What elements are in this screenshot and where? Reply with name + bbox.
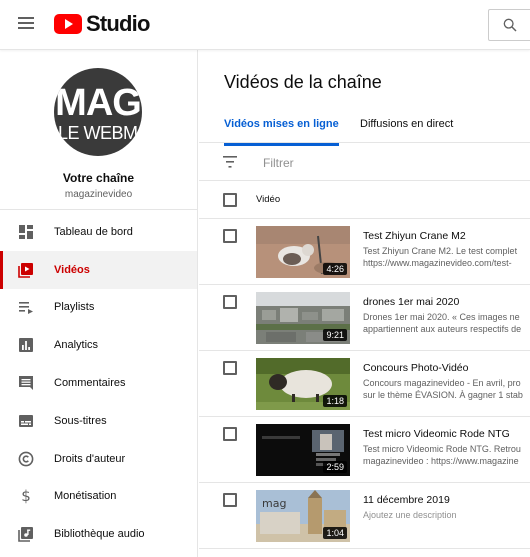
- sidebar-nav: Tableau de bord Vidéos Playlists Analyti…: [0, 213, 197, 553]
- sidebar-item-label: Vidéos: [54, 263, 90, 276]
- search-button[interactable]: [488, 9, 530, 41]
- filter-bar: [199, 144, 530, 181]
- video-thumbnail[interactable]: 1:18: [256, 358, 350, 410]
- channel-name: magazinevideo: [64, 189, 133, 200]
- row-checkbox[interactable]: [223, 229, 237, 243]
- video-description-line: appartiennent aux auteurs respectifs de: [363, 324, 522, 334]
- video-duration: 2:59: [323, 461, 347, 473]
- video-description: Drones 1er mai 2020. « Ces images ne app…: [363, 311, 530, 335]
- video-thumbnail[interactable]: 4:26: [256, 226, 350, 278]
- youtube-studio-logo[interactable]: Studio: [54, 11, 150, 36]
- select-all-checkbox[interactable]: [223, 193, 237, 207]
- sidebar-item-analytics[interactable]: Analytics: [0, 326, 197, 364]
- column-header-video: Vidéo: [256, 194, 281, 205]
- table-row[interactable]: 1:18 Concours Photo-Vidéo Concours magaz…: [199, 351, 530, 417]
- video-description-line: Drones 1er mai 2020. « Ces images ne: [363, 312, 520, 322]
- main-content: Vidéos de la chaîne Vidéos mises en lign…: [199, 50, 530, 557]
- top-app-bar: Studio: [0, 0, 530, 50]
- sidebar-item-label: Tableau de bord: [54, 225, 133, 238]
- tab-live[interactable]: Diffusions en direct: [360, 118, 453, 143]
- row-checkbox[interactable]: [223, 361, 237, 375]
- search-icon: [503, 18, 517, 32]
- logo-text: Studio: [86, 11, 150, 36]
- table-header: Vidéo: [199, 181, 530, 219]
- hamburger-menu-icon[interactable]: [16, 14, 36, 34]
- dollar-icon: $: [18, 488, 34, 504]
- svg-text:$: $: [21, 488, 31, 504]
- video-thumbnail[interactable]: 9:21: [256, 292, 350, 344]
- sidebar-item-label: Playlists: [54, 301, 95, 314]
- video-list: 4:26 Test Zhiyun Crane M2 Test Zhiyun Cr…: [199, 219, 530, 549]
- audio-library-icon: [18, 526, 34, 543]
- table-row[interactable]: 9:21 drones 1er mai 2020 Drones 1er mai …: [199, 285, 530, 351]
- video-duration: 9:21: [323, 329, 347, 341]
- page-title: Vidéos de la chaîne: [224, 72, 382, 92]
- youtube-play-icon: [54, 14, 82, 34]
- video-title[interactable]: drones 1er mai 2020: [363, 296, 459, 308]
- video-library-icon: [18, 262, 34, 278]
- sidebar-item-copyright[interactable]: Droits d'auteur: [0, 440, 197, 478]
- video-thumbnail[interactable]: 2:59: [256, 424, 350, 476]
- avatar-text-line1: MAG: [55, 82, 142, 124]
- add-description-link[interactable]: Ajoutez une description: [363, 509, 530, 521]
- table-row[interactable]: 4:26 Test Zhiyun Crane M2 Test Zhiyun Cr…: [199, 219, 530, 285]
- video-description: Test micro Videomic Rode NTG. Retrou mag…: [363, 443, 530, 467]
- subtitles-icon: [18, 413, 34, 429]
- video-title[interactable]: 11 décembre 2019: [363, 494, 450, 506]
- sidebar-item-playlists[interactable]: Playlists: [0, 289, 197, 327]
- video-duration: 1:18: [323, 395, 347, 407]
- table-row[interactable]: mag 1:04 11 décembre 2019 Ajoutez une de…: [199, 483, 530, 549]
- sidebar-item-label: Sous-titres: [54, 414, 107, 427]
- video-description-line: magazinevideo : https://www.magazine: [363, 456, 519, 466]
- analytics-icon: [18, 337, 34, 353]
- tab-uploads[interactable]: Vidéos mises en ligne: [224, 118, 339, 146]
- comment-icon: [18, 375, 34, 391]
- sidebar-item-audio-library[interactable]: Bibliothèque audio: [0, 515, 197, 553]
- video-description-line: https://www.magazinevideo.com/test-: [363, 258, 512, 268]
- sidebar-item-comments[interactable]: Commentaires: [0, 364, 197, 402]
- filter-input[interactable]: [263, 153, 513, 173]
- video-description-line: Concours magazinevideo - En avril, pro: [363, 378, 521, 388]
- video-description: Test Zhiyun Crane M2. Le test complet ht…: [363, 245, 530, 269]
- dashboard-icon: [18, 224, 34, 240]
- sidebar-item-monetization[interactable]: $ Monétisation: [0, 478, 197, 516]
- video-title[interactable]: Test micro Videomic Rode NTG: [363, 428, 510, 440]
- video-title[interactable]: Concours Photo-Vidéo: [363, 362, 468, 374]
- playlist-icon: [18, 299, 34, 315]
- sidebar-item-videos[interactable]: Vidéos: [0, 250, 197, 289]
- row-checkbox[interactable]: [223, 493, 237, 507]
- svg-text:mag: mag: [262, 497, 286, 510]
- video-description-line: Test Zhiyun Crane M2. Le test complet: [363, 246, 518, 256]
- video-duration: 4:26: [323, 263, 347, 275]
- table-row[interactable]: 2:59 Test micro Videomic Rode NTG Test m…: [199, 417, 530, 483]
- sidebar-item-dashboard[interactable]: Tableau de bord: [0, 213, 197, 251]
- sidebar-item-label: Analytics: [54, 339, 99, 352]
- avatar-text-line2: LE WEBMA: [58, 123, 142, 143]
- sidebar-item-label: Bibliothèque audio: [54, 528, 145, 541]
- channel-avatar[interactable]: MAG LE WEBMA: [54, 68, 142, 156]
- video-description: Concours magazinevideo - En avril, pro s…: [363, 377, 530, 401]
- video-duration: 1:04: [323, 527, 347, 539]
- filter-icon[interactable]: [223, 156, 237, 168]
- sidebar-item-subtitles[interactable]: Sous-titres: [0, 402, 197, 440]
- channel-info: MAG LE WEBMA Votre chaîne magazinevideo: [0, 50, 197, 210]
- row-checkbox[interactable]: [223, 295, 237, 309]
- video-title[interactable]: Test Zhiyun Crane M2: [363, 230, 466, 242]
- tab-bar: Vidéos mises en ligne Diffusions en dire…: [199, 110, 530, 146]
- video-description-line: sur le thème ÉVASION. À gagner 1 stab: [363, 390, 523, 400]
- sidebar-item-label: Commentaires: [54, 377, 126, 390]
- video-description: Ajoutez une description: [363, 509, 530, 521]
- copyright-icon: [18, 451, 34, 467]
- sidebar-item-label: Monétisation: [54, 490, 117, 503]
- video-description-line: Test micro Videomic Rode NTG. Retrou: [363, 444, 521, 454]
- row-checkbox[interactable]: [223, 427, 237, 441]
- sidebar: MAG LE WEBMA Votre chaîne magazinevideo …: [0, 50, 198, 557]
- channel-title: Votre chaîne: [62, 171, 135, 185]
- video-thumbnail[interactable]: mag 1:04: [256, 490, 350, 542]
- sidebar-item-label: Droits d'auteur: [54, 452, 126, 465]
